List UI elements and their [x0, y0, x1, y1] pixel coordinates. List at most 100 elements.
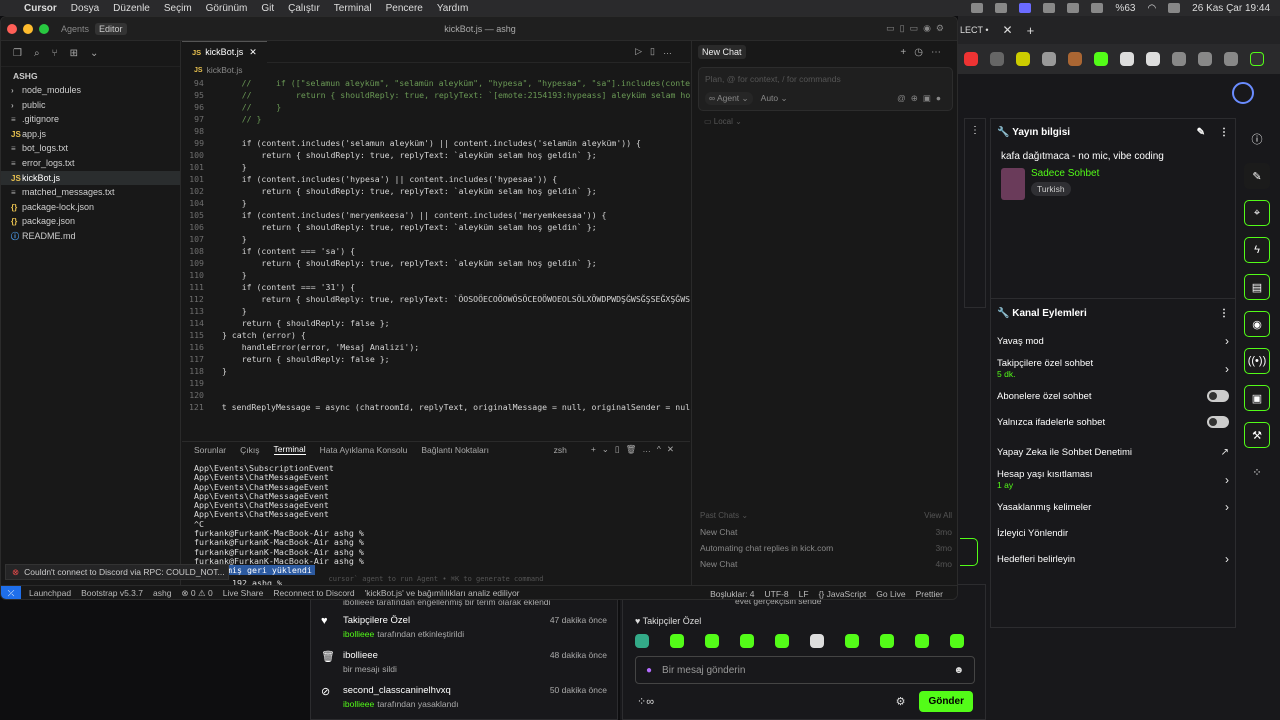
external-link-icon[interactable]: ↗: [1221, 447, 1229, 458]
channel-action[interactable]: Hesap yaşı kısıtlaması 1 ay ›: [991, 466, 1235, 493]
tray-icon[interactable]: [995, 3, 1008, 13]
code-line[interactable]: 111 if (content === '31') {: [182, 281, 690, 293]
extension-icon[interactable]: [990, 52, 1004, 66]
chevron-down-icon[interactable]: ⌄: [90, 48, 98, 59]
past-chat-item[interactable]: New Chat 3mo: [700, 527, 952, 537]
view-all-link[interactable]: View All: [924, 511, 952, 520]
wifi-icon[interactable]: ◠: [1147, 3, 1156, 14]
activity-user[interactable]: ibollieee: [343, 699, 374, 709]
agent-mode-select[interactable]: ∞ Agent ⌄: [705, 92, 753, 105]
code-line[interactable]: 114 return { shouldReply: false };: [182, 317, 690, 329]
tray-icon[interactable]: [1091, 3, 1104, 13]
tray-icon[interactable]: [971, 3, 984, 13]
editor-tab-kickbot[interactable]: JS kickBot.js ✕: [182, 40, 267, 63]
emoji-icon[interactable]: ☻: [953, 665, 964, 676]
status-item[interactable]: ashg: [153, 588, 171, 599]
explorer-item[interactable]: ≡ .gitignore: [1, 112, 180, 127]
close-icon[interactable]: ✕: [249, 47, 257, 58]
emote-icon[interactable]: [810, 634, 824, 648]
new-chat-tab[interactable]: New Chat: [698, 45, 746, 59]
extension-icon[interactable]: [1094, 52, 1108, 66]
code-line[interactable]: 109 return { shouldReply: true, replyTex…: [182, 257, 690, 269]
code-line[interactable]: 120: [182, 389, 690, 401]
code-line[interactable]: 101 }: [182, 161, 690, 173]
menu-app-name[interactable]: Cursor: [24, 3, 57, 14]
screen-icon[interactable]: ▣: [1244, 385, 1270, 411]
tray-icon[interactable]: [1043, 3, 1056, 13]
status-item[interactable]: Bootstrap v5.3.7: [81, 588, 143, 599]
code-line[interactable]: 121 t sendReplyMessage = async (chatroomI…: [182, 401, 690, 413]
status-item[interactable]: {} JavaScript: [819, 589, 867, 599]
emote-icon[interactable]: [740, 634, 754, 648]
chevron-right-icon[interactable]: ›: [1225, 473, 1229, 487]
layout-icons[interactable]: ▭▯▭◉⚙: [886, 23, 949, 34]
explorer-item[interactable]: › node_modules: [1, 83, 180, 98]
infinity-icon[interactable]: ⁘∞: [637, 695, 654, 708]
zoom-window-button[interactable]: [39, 23, 49, 34]
extension-icon[interactable]: [1016, 52, 1030, 66]
emote-icon[interactable]: [775, 634, 789, 648]
clock[interactable]: 26 Kas Çar 19:44: [1192, 3, 1270, 14]
emote-icon[interactable]: [915, 634, 929, 648]
emote-icon[interactable]: [635, 634, 649, 648]
code-line[interactable]: 106 return { shouldReply: true, replyTex…: [182, 221, 690, 233]
status-item[interactable]: Reconnect to Discord: [273, 588, 354, 599]
panel-tab[interactable]: Sorunlar: [194, 445, 226, 455]
status-item[interactable]: Prettier: [916, 589, 943, 599]
status-item[interactable]: 'kickBot.js' ve bağımlılıkları analiz ed…: [365, 588, 520, 599]
shell-name[interactable]: zsh: [554, 445, 567, 455]
camera-icon[interactable]: ⌖: [1244, 200, 1270, 226]
code-line[interactable]: 99 if (content.includes('selamun aleyküm…: [182, 137, 690, 149]
download-icon[interactable]: [1198, 52, 1212, 66]
code-line[interactable]: 95 // return { shouldReply: true, replyT…: [182, 89, 690, 101]
menu-item[interactable]: Terminal: [334, 3, 372, 14]
breadcrumb-file[interactable]: kickBot.js: [207, 65, 243, 75]
code-line[interactable]: 102 return { shouldReply: true, replyTex…: [182, 185, 690, 197]
lightning-icon[interactable]: ϟ: [1244, 237, 1270, 263]
code-line[interactable]: 119: [182, 377, 690, 389]
new-tab-icon[interactable]: +: [1027, 23, 1035, 38]
code-line[interactable]: 105 if (content.includes('meryemkeesa') …: [182, 209, 690, 221]
status-item[interactable]: Launchpad: [29, 588, 71, 599]
status-item[interactable]: UTF-8: [765, 589, 789, 599]
tray-icon[interactable]: [1067, 3, 1080, 13]
gear-icon[interactable]: ⚙: [896, 695, 906, 708]
dots-icon[interactable]: ⁘: [1244, 459, 1270, 485]
emote-icon[interactable]: [880, 634, 894, 648]
channel-action[interactable]: Yapay Zeka ile Sohbet Denetimi ↗: [991, 440, 1235, 464]
composer-icons[interactable]: @⊕▣●: [897, 93, 946, 104]
code-line[interactable]: 94 // if (["selamun aleyküm", "selamün a…: [182, 77, 690, 89]
broadcast-icon[interactable]: ((•)): [1244, 348, 1270, 374]
chevron-right-icon[interactable]: ›: [1225, 500, 1229, 514]
status-item[interactable]: LF: [799, 589, 809, 599]
search-icon[interactable]: ⌕: [34, 48, 40, 59]
more-icon[interactable]: ⋮: [970, 125, 980, 136]
panel-tab[interactable]: Çıkış: [240, 445, 259, 455]
category-link[interactable]: Sadece Sohbet: [1031, 168, 1099, 179]
edit-icon[interactable]: ✎: [1197, 127, 1205, 138]
close-window-button[interactable]: [7, 23, 17, 34]
code-line[interactable]: 108 if (content === 'sa') {: [182, 245, 690, 257]
info-icon[interactable]: ⓘ: [1244, 126, 1270, 152]
explorer-item[interactable]: ≡ error_logs.txt: [1, 156, 180, 171]
explorer-item[interactable]: › public: [1, 98, 180, 113]
extension-icon[interactable]: [1232, 82, 1254, 104]
chat-icon[interactable]: ◉: [1244, 311, 1270, 337]
note-icon[interactable]: ▤: [1244, 274, 1270, 300]
edit-icon[interactable]: ✎: [1244, 163, 1270, 189]
battery-percent[interactable]: %63: [1115, 3, 1135, 14]
emote-icon[interactable]: [670, 634, 684, 648]
remote-icon[interactable]: ⤫: [1, 585, 21, 599]
source-control-icon[interactable]: ⑂: [52, 48, 58, 59]
profile-icon[interactable]: [1250, 52, 1264, 66]
collapsed-button[interactable]: [960, 538, 978, 566]
chevron-right-icon[interactable]: ›: [1225, 334, 1229, 348]
mic-icon[interactable]: ●: [646, 665, 652, 676]
menu-item[interactable]: Çalıştır: [288, 3, 320, 14]
chevron-right-icon[interactable]: ›: [1225, 552, 1229, 566]
code-line[interactable]: 104 }: [182, 197, 690, 209]
extension-icon[interactable]: [1224, 52, 1238, 66]
panel-tab[interactable]: Terminal: [273, 444, 306, 455]
code-line[interactable]: 110 }: [182, 269, 690, 281]
menu-item[interactable]: Düzenle: [113, 3, 150, 14]
